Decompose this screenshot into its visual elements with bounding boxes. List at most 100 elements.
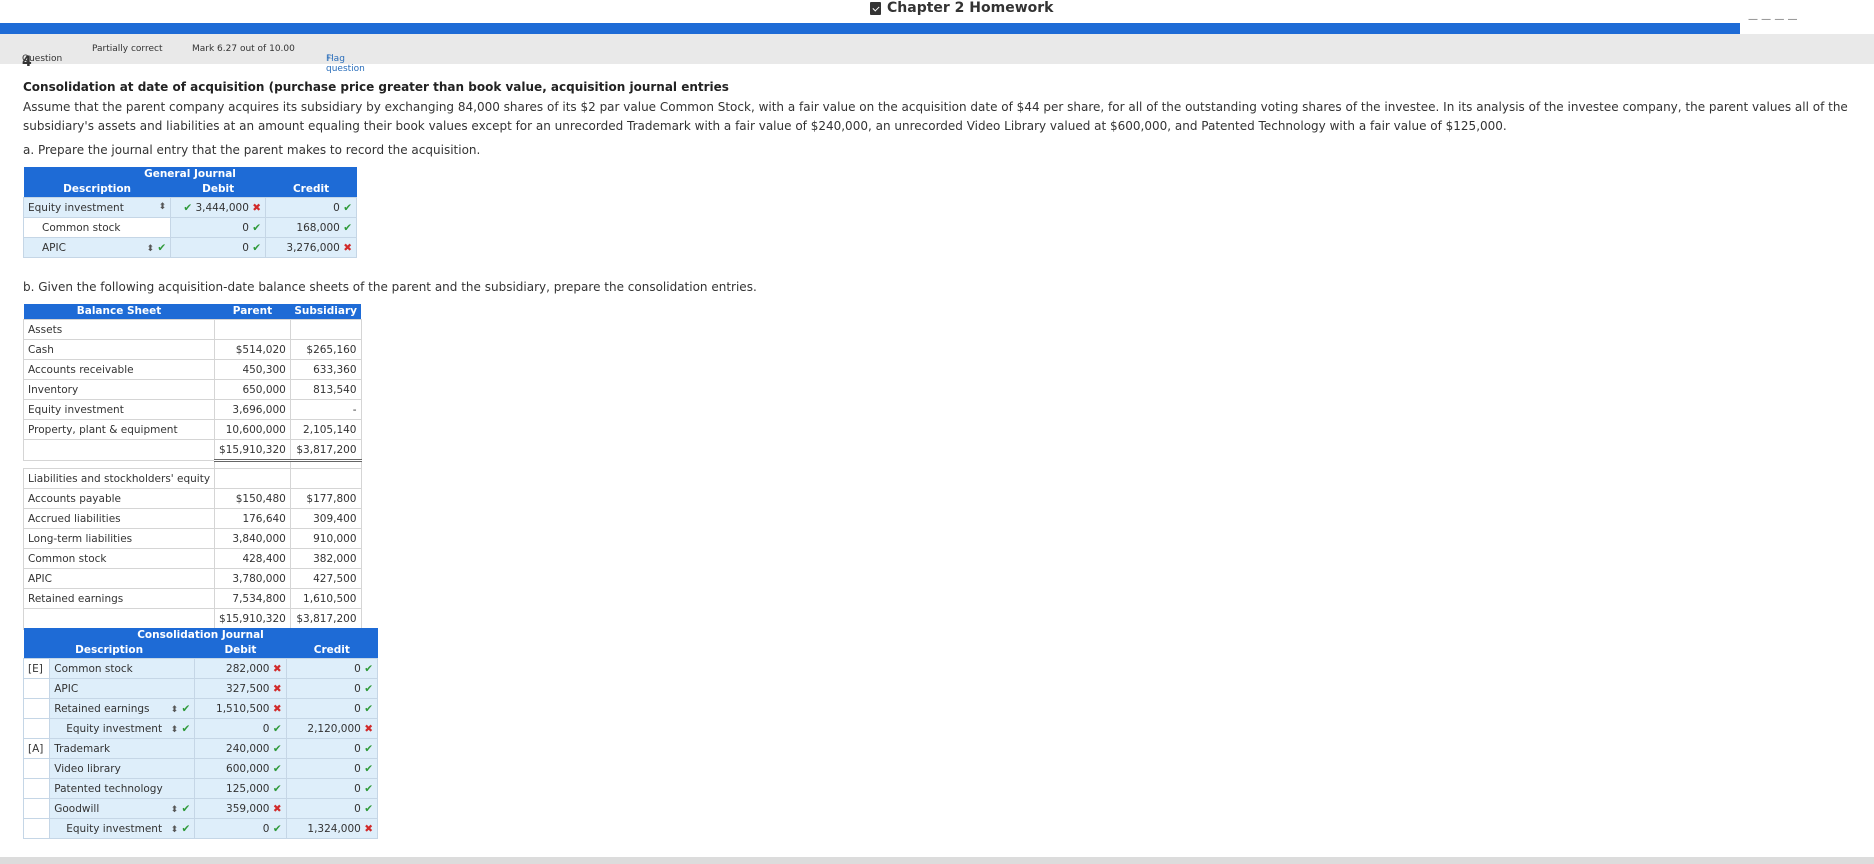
check-icon: ✔ <box>181 702 191 715</box>
bs-row: Property, plant & equipment 10,600,000 2,1… <box>22 419 362 440</box>
gj-debit-input[interactable]: 0 ✔ <box>170 217 267 238</box>
gj-credit-input[interactable]: 168,000 ✔ <box>265 217 357 238</box>
gj-credit-input[interactable]: 0 ✔ <box>265 197 357 218</box>
bs-parent-value: 650,000 <box>214 379 291 400</box>
cj-entry-tag <box>22 798 50 819</box>
problem-title: Consolidation at date of acquisition (pu… <box>23 80 729 94</box>
cj-credit-value: 1,324,000 <box>307 822 361 835</box>
cj-credit-value: 0 <box>354 762 361 775</box>
cj-credit-input[interactable]: 0 ✔ <box>285 738 379 759</box>
bs-total-parent: $15,910,320 <box>214 608 291 631</box>
bs-parent-value: 7,534,800 <box>214 588 291 609</box>
bs-sub-value: 309,400 <box>289 508 362 529</box>
bs-label: Property, plant & equipment <box>22 419 216 440</box>
cj-desc-select[interactable]: Patented technology <box>49 778 196 799</box>
bs-total-sub: $3,817,200 <box>289 439 362 462</box>
bs-row: Retained earnings 7,534,800 1,610,500 <box>22 588 362 609</box>
cj-desc-select[interactable]: Retained earnings ⬍ ✔ <box>49 698 196 719</box>
gj-desc-select[interactable]: Equity investment ⬍ <box>22 197 172 218</box>
bs-sub-value: - <box>289 399 362 420</box>
x-icon: ✖ <box>272 702 282 715</box>
bs-label: APIC <box>22 568 216 589</box>
gj-header-description: Description <box>23 182 171 198</box>
cj-entry-tag: [E] <box>22 658 50 679</box>
cj-debit-input[interactable]: 125,000 ✔ <box>194 778 287 799</box>
gj-header-debit: Debit <box>170 182 266 198</box>
cj-debit-value: 0 <box>262 722 270 735</box>
cj-credit-input[interactable]: 0 ✔ <box>285 678 379 699</box>
gj-debit-value: 0 <box>242 241 249 254</box>
x-icon: ✖ <box>252 201 262 214</box>
consolidation-journal-table: Consolidation Journal Description Debit … <box>22 628 379 839</box>
check-icon: ✔ <box>364 702 373 715</box>
gj-desc: Common stock <box>42 221 121 234</box>
gj-desc-select[interactable]: APIC ⬍ ✔ <box>22 237 172 258</box>
check-icon: ✔ <box>272 782 282 795</box>
bs-parent-value: 10,600,000 <box>214 419 291 440</box>
bs-label: Long-term liabilities <box>22 528 216 549</box>
cj-entry-tag <box>22 718 50 739</box>
bs-sub-value: 910,000 <box>289 528 362 549</box>
bs-label: Retained earnings <box>22 588 216 609</box>
cj-debit-input[interactable]: 327,500 ✖ <box>194 678 287 699</box>
cj-desc-select[interactable]: APIC <box>49 678 196 699</box>
cj-desc-select[interactable]: Video library <box>49 758 196 779</box>
cj-credit-value: 0 <box>354 662 361 675</box>
cj-desc-select[interactable]: Goodwill ⬍ ✔ <box>49 798 196 819</box>
gj-desc: Equity investment <box>28 201 124 214</box>
gj-debit-input[interactable]: 0 ✔ <box>170 237 267 258</box>
cj-credit-input[interactable]: 0 ✔ <box>285 698 379 719</box>
cj-entry-tag <box>22 698 50 719</box>
gj-credit-input[interactable]: 3,276,000 ✖ <box>265 237 357 258</box>
question-status: Partially correct <box>92 44 163 54</box>
x-icon: ✖ <box>272 682 282 695</box>
cj-desc-select[interactable]: Common stock <box>49 658 196 679</box>
gj-debit-input[interactable]: ✔ 3,444,000 ✖ <box>170 197 267 218</box>
cj-debit-input[interactable]: 282,000 ✖ <box>194 658 287 679</box>
bs-sub-value: 1,610,500 <box>289 588 362 609</box>
gj-credit-value: 168,000 <box>296 221 340 234</box>
cj-desc: Equity investment <box>66 722 163 735</box>
cj-desc-select[interactable]: Trademark <box>49 738 196 759</box>
cj-credit-input[interactable]: 2,120,000 ✖ <box>285 718 379 739</box>
horizontal-scrollbar[interactable] <box>0 857 1874 864</box>
bs-sub-value: $265,160 <box>289 339 362 360</box>
cj-credit-input[interactable]: 0 ✔ <box>285 658 379 679</box>
gj-row: Equity investment ⬍ ✔ 3,444,000 ✖ 0 ✔ <box>22 197 357 218</box>
cj-debit-input[interactable]: 0 ✔ <box>194 818 287 839</box>
cj-desc-select[interactable]: Equity investment ⬍ ✔ <box>49 718 196 739</box>
cj-credit-input[interactable]: 0 ✔ <box>285 758 379 779</box>
cj-credit-value: 0 <box>354 742 361 755</box>
cj-debit-value: 240,000 <box>226 742 270 755</box>
cj-desc-select[interactable]: Equity investment ⬍ ✔ <box>49 818 196 839</box>
cj-row: APIC 327,500 ✖ 0 ✔ <box>22 678 379 699</box>
bs-label: Accounts receivable <box>22 359 216 380</box>
bs-parent-value: $150,480 <box>214 488 291 509</box>
cj-debit-value: 1,510,500 <box>216 702 270 715</box>
gj-credit-value: 0 <box>333 201 340 214</box>
cj-row: Video library 600,000 ✔ 0 ✔ <box>22 758 379 779</box>
cj-credit-input[interactable]: 0 ✔ <box>285 778 379 799</box>
check-icon: ✔ <box>272 722 282 735</box>
cj-debit-input[interactable]: 0 ✔ <box>194 718 287 739</box>
gj-debit-value: 3,444,000 <box>195 201 249 214</box>
cj-debit-input[interactable]: 359,000 ✖ <box>194 798 287 819</box>
bs-sub-value: 2,105,140 <box>289 419 362 440</box>
bs-label: Cash <box>22 339 216 360</box>
bs-label: Common stock <box>22 548 216 569</box>
check-icon: ✔ <box>272 742 282 755</box>
cj-debit-input[interactable]: 1,510,500 ✖ <box>194 698 287 719</box>
cj-header-credit: Credit <box>286 643 378 659</box>
cj-credit-value: 0 <box>354 782 361 795</box>
cj-credit-input[interactable]: 0 ✔ <box>285 798 379 819</box>
cj-desc: Equity investment <box>66 822 163 835</box>
check-icon: ✔ <box>272 762 282 775</box>
check-icon: ✔ <box>343 221 352 234</box>
cj-debit-input[interactable]: 240,000 ✔ <box>194 738 287 759</box>
bs-section-row: Liabilities and stockholders' equity <box>22 468 362 489</box>
x-icon: ✖ <box>272 802 282 815</box>
cj-debit-input[interactable]: 600,000 ✔ <box>194 758 287 779</box>
top-right-controls[interactable]: — — — — <box>1748 14 1798 25</box>
cj-credit-input[interactable]: 1,324,000 ✖ <box>285 818 379 839</box>
bs-parent-value: $514,020 <box>214 339 291 360</box>
